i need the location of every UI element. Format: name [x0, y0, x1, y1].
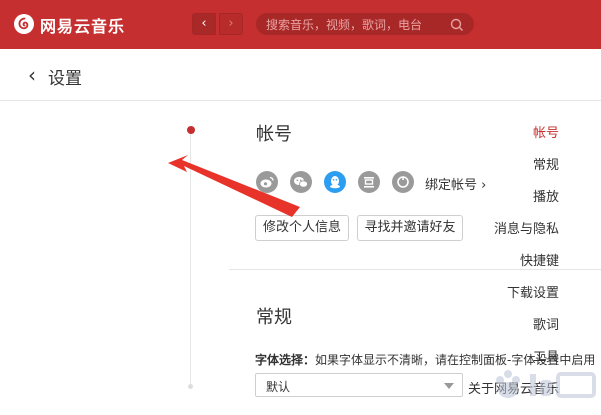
annotation-arrow — [168, 155, 300, 217]
watermark-logo — [496, 370, 596, 398]
